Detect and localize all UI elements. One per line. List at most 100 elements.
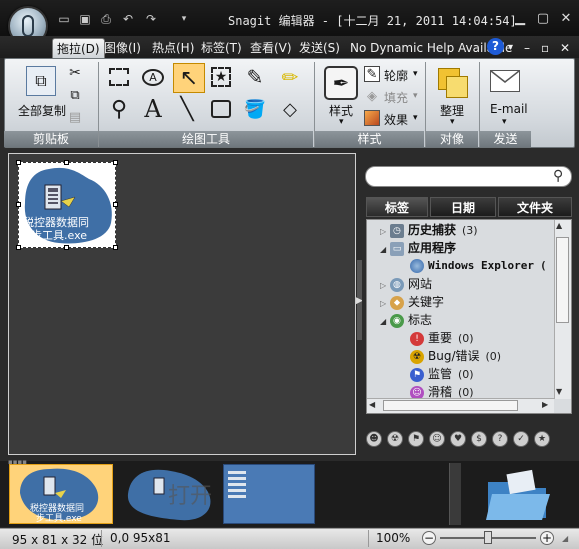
tree-item-applications[interactable]: ◢ ▭ 应用程序 [380,239,456,257]
radioactive-tag-icon[interactable]: ☢ [387,431,403,447]
person-tag-icon[interactable]: ☻ [366,431,382,447]
tab-tags[interactable]: 标签 [366,197,428,217]
tree-item-keywords[interactable]: ▷ ⬥ 关键字 [380,293,444,311]
open-icon[interactable]: ▭ [55,11,73,27]
vertical-scroll-thumb[interactable] [556,237,569,323]
style-dropdown-icon[interactable]: ▾ [339,117,344,127]
scroll-right-icon[interactable]: ▶ [542,400,548,409]
zoom-tool-icon[interactable]: ⚲ [106,96,132,122]
tab-folder[interactable]: 文件夹 [498,197,572,217]
ribbon-restore-button[interactable]: ▫ [541,38,549,58]
line-tool-icon[interactable]: ╲ [174,96,200,122]
scroll-down-icon[interactable]: ▼ [556,387,562,396]
heart-tag-icon[interactable]: ♥ [450,431,466,447]
save-icon[interactable]: ▣ [76,11,94,27]
tree-item-review[interactable]: ⚑ 监管 (0) [410,365,474,383]
menu-tags[interactable]: 标签(T) [201,38,242,58]
selected-image[interactable]: 税控器数据同 步工具.exe [18,162,116,248]
tray-thumbnail-2[interactable]: 打开 [120,464,220,524]
tray-scrollbar[interactable] [449,463,461,525]
copy-icon[interactable]: ⧉ [66,86,84,104]
tree-item-websites[interactable]: ▷ ◍ 网站 [380,275,432,293]
redo-icon[interactable]: ↷ [142,11,160,27]
customize-toolbar-icon[interactable]: ▾ [175,11,193,27]
zoom-slider-thumb[interactable] [484,531,492,544]
tray-thumbnail-1[interactable]: 税控器数据同 步工具.exe [9,464,113,524]
style-gallery-icon[interactable]: ✒ [324,66,358,100]
question-tag-icon[interactable]: ? [492,431,508,447]
arrange-icon[interactable] [438,68,468,98]
zoom-out-button[interactable]: − [422,531,436,545]
tree-item-history[interactable]: ▷ ◷ 历史捕获 (3) [380,221,478,239]
outline-icon[interactable]: ✎ [364,66,380,82]
eraser-tool-icon[interactable]: ◇ [277,96,303,122]
minimize-button[interactable]: ▁ [511,10,529,28]
cut-icon[interactable]: ✂ [66,64,84,82]
copy-all-button[interactable]: 全部复制 [18,102,66,119]
resize-handle[interactable] [16,160,21,165]
resize-handle[interactable] [113,160,118,165]
callout-tool-icon[interactable]: A [140,64,166,90]
menu-image[interactable]: 图像(I) [104,38,141,58]
email-button[interactable]: E-mail [490,102,528,116]
menu-view[interactable]: 查看(V) [250,38,292,58]
tab-date[interactable]: 日期 [430,197,496,217]
fill-dropdown-icon[interactable]: ▾ [413,91,418,101]
scroll-left-icon[interactable]: ◀ [369,400,375,409]
ribbon-minimize-button[interactable]: – [524,38,530,58]
shape-tool-icon[interactable] [208,96,234,122]
smiley-tag-icon[interactable]: ☺ [429,431,445,447]
email-dropdown-icon[interactable]: ▾ [502,117,507,127]
undo-icon[interactable]: ↶ [119,11,137,27]
effects-button[interactable]: 效果 [384,111,408,128]
tree-item-windows-explorer[interactable]: Windows Explorer( [410,257,547,275]
dollar-tag-icon[interactable]: $ [471,431,487,447]
fill-icon[interactable]: ◈ [364,88,380,104]
resize-handle[interactable] [113,202,118,207]
effects-dropdown-icon[interactable]: ▾ [413,113,418,123]
tag-search-input[interactable] [365,166,572,187]
fill-button[interactable]: 填充 [384,89,408,106]
outline-button[interactable]: 轮廓 [384,67,408,84]
zoom-in-button[interactable]: + [540,531,554,545]
close-button[interactable]: ✕ [557,10,575,28]
effects-icon[interactable] [364,110,380,126]
resize-grip-icon[interactable]: ◢ [562,534,568,543]
resize-handle[interactable] [16,202,21,207]
scroll-up-icon[interactable]: ▲ [556,221,562,230]
paste-icon[interactable]: ▤ [66,108,84,126]
open-folder-icon[interactable] [484,464,552,524]
menu-hotspot[interactable]: 热点(H) [152,38,194,58]
email-icon[interactable] [490,70,520,92]
print-icon[interactable]: ⎙ [97,11,115,27]
highlighter-tool-icon[interactable]: ✏ [277,64,303,90]
tree-item-important[interactable]: ! 重要 (0) [410,329,474,347]
resize-handle[interactable] [64,245,69,250]
star-tag-icon[interactable]: ★ [534,431,550,447]
tree-item-flags[interactable]: ◢ ◉ 标志 [380,311,432,329]
menu-drag[interactable]: 拖拉(D) [52,38,105,58]
horizontal-scroll-thumb[interactable] [383,400,518,411]
maximize-button[interactable]: ▢ [534,10,552,28]
pen-tool-icon[interactable]: ✎ [242,64,268,90]
help-icon[interactable]: ? [487,38,504,55]
fill-tool-icon[interactable]: 🪣 [242,96,268,122]
outline-dropdown-icon[interactable]: ▾ [413,69,418,79]
arrow-tool-icon[interactable]: ↖ [173,63,205,93]
search-icon[interactable]: ⚲ [553,168,563,184]
resize-handle[interactable] [113,245,118,250]
tree-item-bug[interactable]: ☢ Bug/错误 (0) [410,347,501,365]
resize-handle[interactable] [64,160,69,165]
check-tag-icon[interactable]: ✓ [513,431,529,447]
selection-tool-icon[interactable] [106,64,132,90]
ribbon-close-button[interactable]: ✕ [560,38,570,58]
flag-tag-icon[interactable]: ⚑ [408,431,424,447]
arrange-dropdown-icon[interactable]: ▾ [450,117,455,127]
stamp-tool-icon[interactable]: ★ [208,64,234,90]
tray-thumbnail-3[interactable] [223,464,315,524]
ribbon-options-icon[interactable]: ▾ [508,38,513,58]
resize-handle[interactable] [16,245,21,250]
copy-all-icon[interactable]: ⧉ [26,66,56,96]
menu-send[interactable]: 发送(S) [299,38,340,58]
text-tool-icon[interactable]: A [140,95,166,123]
